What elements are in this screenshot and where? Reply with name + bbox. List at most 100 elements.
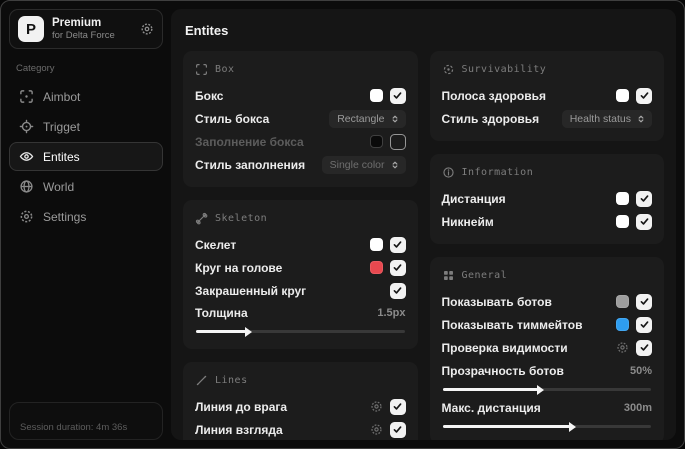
checkbox[interactable]: [389, 133, 406, 150]
color-swatch[interactable]: [369, 135, 383, 148]
setting-row-max-distance: Макс. дистанция 300m: [441, 397, 652, 432]
color-swatch[interactable]: [616, 215, 629, 228]
section-title: Lines: [215, 375, 248, 386]
setting-label: Заполнение бокса: [195, 134, 304, 149]
setting-label: Прозрачность ботов: [441, 363, 564, 378]
grid-icon: [442, 269, 455, 282]
slider-thumb[interactable]: [537, 384, 545, 395]
gear-icon[interactable]: [616, 341, 629, 354]
brand-subtitle: for Delta Force: [52, 30, 115, 42]
slider-value: 300m: [623, 401, 652, 414]
checkbox[interactable]: [636, 316, 652, 333]
gear-icon[interactable]: [140, 22, 154, 36]
setting-row-nickname: Никнейм: [441, 210, 652, 233]
max-distance-slider[interactable]: [442, 421, 651, 432]
checkbox[interactable]: [636, 293, 652, 310]
color-swatch[interactable]: [616, 192, 629, 205]
setting-row-box-fill: Заполнение бокса: [195, 130, 406, 153]
color-swatch[interactable]: [369, 89, 383, 102]
globe-icon: [19, 179, 34, 194]
chevron-up-down-icon: [636, 114, 646, 124]
eye-icon: [19, 149, 34, 164]
sidebar-item-label: Entites: [43, 149, 80, 164]
color-swatch[interactable]: [369, 238, 383, 251]
info-icon: [442, 166, 455, 179]
sidebar-item-world[interactable]: World: [9, 172, 163, 201]
setting-label: Макс. дистанция: [441, 400, 541, 415]
checkbox[interactable]: [389, 87, 406, 104]
category-label: Category: [16, 63, 55, 75]
gear-icon[interactable]: [370, 400, 383, 413]
sidebar-item-aimbot[interactable]: Aimbot: [9, 82, 163, 111]
section-title: General: [461, 270, 508, 281]
health-style-dropdown[interactable]: Health status: [561, 109, 652, 128]
color-swatch[interactable]: [616, 295, 629, 308]
box-style-dropdown[interactable]: Rectangle: [329, 109, 406, 128]
session-duration-label: Session duration: 4m 36s: [20, 422, 128, 433]
section-skeleton: Skeleton Скелет Круг на голове Закрашенн…: [183, 200, 418, 349]
section-title: Information: [461, 167, 534, 178]
thickness-slider[interactable]: [196, 326, 405, 337]
color-swatch[interactable]: [616, 318, 629, 331]
brand-text: Premium for Delta Force: [52, 16, 115, 42]
dropdown-value: Single color: [329, 158, 385, 171]
dropdown-value: Rectangle: [337, 112, 385, 125]
checkbox[interactable]: [389, 421, 406, 438]
check-icon: [640, 92, 648, 99]
setting-label: Стиль заполнения: [195, 157, 306, 172]
setting-row-bots-opacity: Прозрачность ботов 50%: [441, 360, 652, 395]
checkbox[interactable]: [389, 259, 406, 276]
check-icon: [640, 344, 648, 351]
setting-label: Скелет: [195, 237, 237, 252]
bots-opacity-slider[interactable]: [442, 384, 651, 395]
sidebar: P Premium for Delta Force Category Aimbo…: [1, 1, 171, 448]
setting-row-fill-style: Стиль заполнения Single color: [195, 153, 406, 176]
setting-row-box-style: Стиль бокса Rectangle: [195, 107, 406, 130]
setting-row-thickness: Толщина 1.5px: [195, 303, 406, 337]
color-swatch[interactable]: [369, 261, 383, 274]
setting-label: Показывать тиммейтов: [441, 317, 583, 332]
checkbox[interactable]: [636, 190, 652, 207]
sidebar-item-label: Settings: [43, 209, 87, 224]
check-icon: [393, 264, 402, 271]
slider-fill: [196, 326, 253, 337]
checkbox[interactable]: [636, 339, 652, 356]
setting-row-box: Бокс: [195, 84, 406, 107]
color-swatch[interactable]: [616, 89, 629, 102]
check-icon: [393, 426, 402, 433]
left-column: Box Бокс Стиль бокса Rectangle Заполнени…: [183, 51, 418, 440]
setting-label: Проверка видимости: [441, 340, 568, 355]
setting-row-health-bar: Полоса здоровья: [441, 84, 652, 107]
checkbox[interactable]: [389, 236, 406, 253]
setting-label: Никнейм: [441, 214, 494, 229]
gear-icon[interactable]: [370, 423, 383, 436]
checkbox[interactable]: [636, 213, 652, 230]
checkbox[interactable]: [389, 282, 406, 299]
setting-row-health-style: Стиль здоровья Health status: [441, 107, 652, 130]
setting-row-show-teammates: Показывать тиммейтов: [441, 313, 652, 336]
setting-label: Полоса здоровья: [441, 88, 546, 103]
fill-style-dropdown[interactable]: Single color: [321, 155, 406, 174]
line-icon: [195, 374, 208, 387]
checkbox[interactable]: [389, 398, 406, 415]
checkbox[interactable]: [636, 87, 652, 104]
sidebar-item-label: Trigget: [43, 119, 80, 134]
check-icon: [640, 321, 648, 328]
sidebar-item-trigget[interactable]: Trigget: [9, 112, 163, 141]
setting-label: Линия до врага: [195, 399, 288, 414]
app-logo: P: [18, 16, 44, 43]
setting-label: Стиль здоровья: [441, 111, 540, 126]
setting-label: Бокс: [195, 88, 224, 103]
target-icon: [442, 63, 455, 76]
app-window: P Premium for Delta Force Category Aimbo…: [0, 0, 685, 449]
setting-row-show-bots: Показывать ботов: [442, 290, 652, 313]
sidebar-item-entites[interactable]: Entites: [9, 142, 163, 172]
slider-thumb[interactable]: [568, 421, 576, 432]
main-panel: Entites Box Бокс Стиль бокса Rectangle З…: [171, 9, 676, 440]
brand-title: Premium: [52, 17, 102, 29]
check-icon: [640, 218, 648, 225]
setting-row-view-line: Линия взгляда: [195, 418, 406, 440]
slider-thumb[interactable]: [245, 326, 253, 337]
setting-row-visibility-check: Проверка видимости: [441, 336, 652, 359]
sidebar-item-settings[interactable]: Settings: [9, 202, 163, 231]
